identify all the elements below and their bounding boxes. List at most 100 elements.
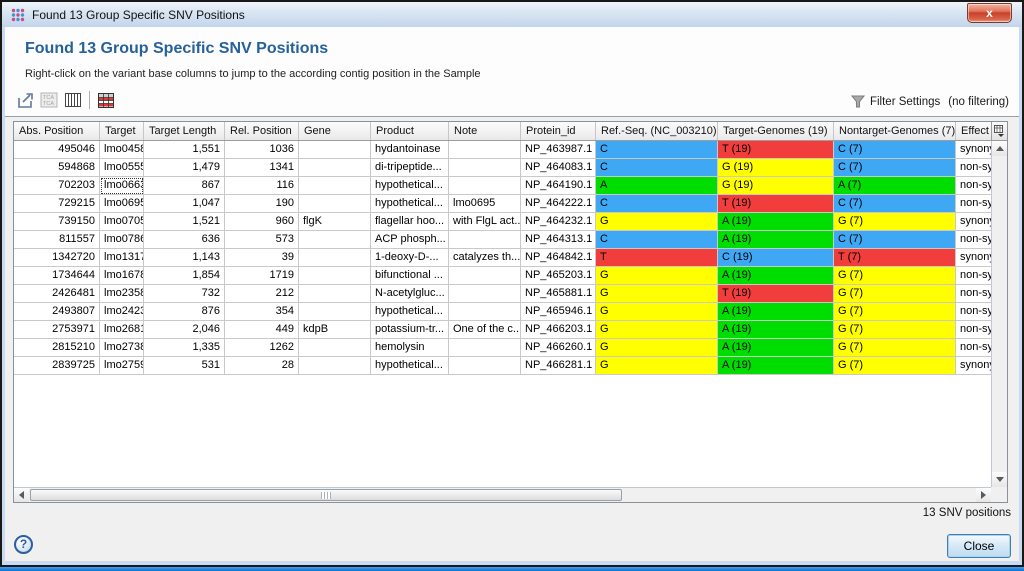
cell-note[interactable] (449, 159, 521, 177)
cell-target[interactable]: lmo2759 (100, 357, 144, 375)
table-row[interactable]: 594868lmo05551,4791341di-tripeptide...NP… (14, 159, 991, 177)
cell-protein_id[interactable]: NP_464083.1 (521, 159, 596, 177)
cell-nontarget_genomes[interactable]: G (7) (834, 339, 956, 357)
cell-target_genomes[interactable]: C (19) (718, 249, 834, 267)
cell-target_genomes[interactable]: G (19) (718, 177, 834, 195)
cell-ref_seq[interactable]: G (596, 267, 718, 285)
cell-rel_position[interactable]: 28 (225, 357, 299, 375)
column-header-note[interactable]: Note (449, 122, 521, 140)
cell-abs_position[interactable]: 2426481 (14, 285, 100, 303)
cell-protein_id[interactable]: NP_464222.1 (521, 195, 596, 213)
cell-target_length[interactable]: 1,335 (144, 339, 225, 357)
cell-ref_seq[interactable]: G (596, 357, 718, 375)
cell-target[interactable]: lmo2681 (100, 321, 144, 339)
cell-target_genomes[interactable]: A (19) (718, 357, 834, 375)
cell-ref_seq[interactable]: C (596, 195, 718, 213)
cell-target_genomes[interactable]: A (19) (718, 303, 834, 321)
cell-note[interactable]: with FlgL act... (449, 213, 521, 231)
cell-target[interactable]: lmo0695 (100, 195, 144, 213)
cell-product[interactable]: bifunctional ... (371, 267, 449, 285)
column-header-gene[interactable]: Gene (299, 122, 371, 140)
cell-effect[interactable]: synonymous (956, 141, 991, 159)
cell-rel_position[interactable]: 1036 (225, 141, 299, 159)
cell-nontarget_genomes[interactable]: G (7) (834, 321, 956, 339)
cell-target[interactable]: lmo0705 (100, 213, 144, 231)
cell-protein_id[interactable]: NP_466281.1 (521, 357, 596, 375)
cell-gene[interactable] (299, 231, 371, 249)
cell-ref_seq[interactable]: A (596, 177, 718, 195)
cell-product[interactable]: hydantoinase (371, 141, 449, 159)
cell-target_length[interactable]: 1,479 (144, 159, 225, 177)
cell-product[interactable]: ACP phosph... (371, 231, 449, 249)
cell-target_genomes[interactable]: A (19) (718, 321, 834, 339)
horizontal-scroll-thumb[interactable] (30, 489, 622, 501)
cell-nontarget_genomes[interactable]: C (7) (834, 141, 956, 159)
cell-target_genomes[interactable]: A (19) (718, 267, 834, 285)
cell-rel_position[interactable]: 1262 (225, 339, 299, 357)
table-row[interactable]: 2493807lmo2423876354hypothetical...NP_46… (14, 303, 991, 321)
column-header-rel_position[interactable]: Rel. Position (225, 122, 299, 140)
cell-ref_seq[interactable]: C (596, 141, 718, 159)
cell-target_length[interactable]: 1,521 (144, 213, 225, 231)
table-columns-button[interactable] (61, 89, 85, 111)
cell-gene[interactable] (299, 339, 371, 357)
cell-gene[interactable] (299, 357, 371, 375)
cell-target_length[interactable]: 531 (144, 357, 225, 375)
cell-target[interactable]: lmo0458 (100, 141, 144, 159)
cell-target[interactable]: lmo1678 (100, 267, 144, 285)
table-row[interactable]: 1734644lmo16781,8541719bifunctional ...N… (14, 267, 991, 285)
cell-ref_seq[interactable]: G (596, 285, 718, 303)
cell-protein_id[interactable]: NP_466203.1 (521, 321, 596, 339)
cell-product[interactable]: hemolysin (371, 339, 449, 357)
cell-note[interactable] (449, 303, 521, 321)
cell-product[interactable]: hypothetical... (371, 303, 449, 321)
cell-nontarget_genomes[interactable]: C (7) (834, 195, 956, 213)
cell-target_genomes[interactable]: T (19) (718, 285, 834, 303)
cell-protein_id[interactable]: NP_464190.1 (521, 177, 596, 195)
cell-rel_position[interactable]: 449 (225, 321, 299, 339)
cell-nontarget_genomes[interactable]: G (7) (834, 213, 956, 231)
cell-ref_seq[interactable]: G (596, 303, 718, 321)
cell-target_length[interactable]: 732 (144, 285, 225, 303)
table-row[interactable]: 2815210lmo27381,3351262hemolysinNP_46626… (14, 339, 991, 357)
table-row[interactable]: 2753971lmo26812,046449kdpBpotassium-tr..… (14, 321, 991, 339)
cell-rel_position[interactable]: 960 (225, 213, 299, 231)
column-chooser-button[interactable] (991, 122, 1007, 141)
cell-product[interactable]: potassium-tr... (371, 321, 449, 339)
cell-abs_position[interactable]: 495046 (14, 141, 100, 159)
cell-protein_id[interactable]: NP_463987.1 (521, 141, 596, 159)
close-button[interactable]: Close (947, 534, 1011, 558)
cell-target_genomes[interactable]: A (19) (718, 231, 834, 249)
cell-rel_position[interactable]: 212 (225, 285, 299, 303)
cell-protein_id[interactable]: NP_464842.1 (521, 249, 596, 267)
column-header-protein_id[interactable]: Protein_id (521, 122, 596, 140)
table-row[interactable]: 1342720lmo13171,143391-deoxy-D-...cataly… (14, 249, 991, 267)
scroll-left-button[interactable] (14, 488, 29, 502)
cell-rel_position[interactable]: 39 (225, 249, 299, 267)
cell-effect[interactable]: synonymous (956, 249, 991, 267)
cell-nontarget_genomes[interactable]: C (7) (834, 231, 956, 249)
cell-note[interactable]: lmo0695 (449, 195, 521, 213)
cell-gene[interactable] (299, 141, 371, 159)
scroll-down-button[interactable] (992, 472, 1007, 487)
cell-gene[interactable]: flgK (299, 213, 371, 231)
cell-gene[interactable] (299, 267, 371, 285)
cell-effect[interactable]: non-synonymous (956, 339, 991, 357)
column-header-target_genomes[interactable]: Target-Genomes (19) (718, 122, 834, 140)
column-header-nontarget_genomes[interactable]: Nontarget-Genomes (7) (834, 122, 956, 140)
cell-effect[interactable]: synonymous (956, 357, 991, 375)
cell-target[interactable]: lmo2358 (100, 285, 144, 303)
cell-nontarget_genomes[interactable]: G (7) (834, 267, 956, 285)
cell-note[interactable] (449, 141, 521, 159)
scroll-right-button[interactable] (976, 488, 991, 502)
cell-note[interactable] (449, 267, 521, 285)
cell-gene[interactable]: kdpB (299, 321, 371, 339)
window-close-button[interactable]: x (967, 3, 1012, 23)
cell-target_length[interactable]: 876 (144, 303, 225, 321)
cell-protein_id[interactable]: NP_465203.1 (521, 267, 596, 285)
horizontal-scrollbar[interactable] (14, 487, 991, 502)
cell-target_length[interactable]: 1,047 (144, 195, 225, 213)
cell-nontarget_genomes[interactable]: A (7) (834, 177, 956, 195)
cell-abs_position[interactable]: 811557 (14, 231, 100, 249)
cell-rel_position[interactable]: 1719 (225, 267, 299, 285)
